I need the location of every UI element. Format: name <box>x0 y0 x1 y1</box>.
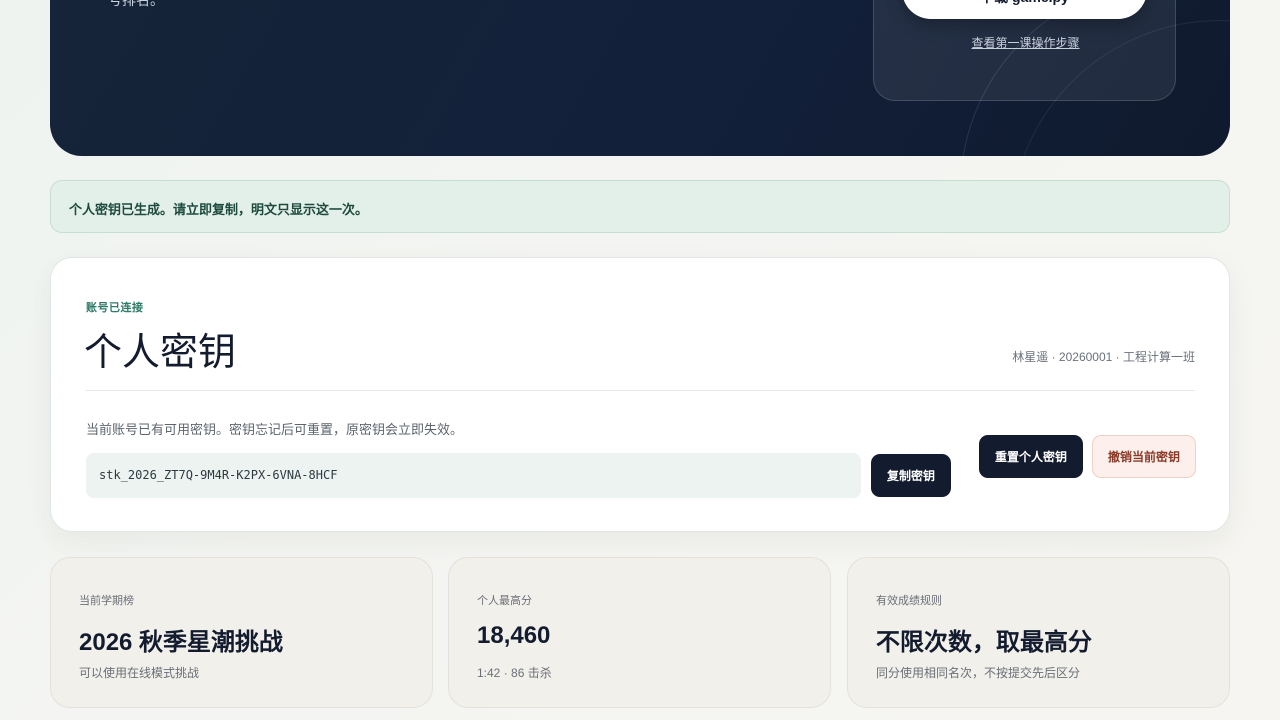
hero-panel: 号排名。 下载 game.py 查看第一课操作步骤 <box>50 0 1230 156</box>
key-description: 当前账号已有可用密钥。密钥忘记后可重置，原密钥会立即失效。 <box>86 422 464 437</box>
download-game-button[interactable]: 下载 game.py <box>902 0 1147 19</box>
stat-label: 有效成绩规则 <box>876 595 942 607</box>
hero-description: 号排名。 <box>108 0 164 8</box>
stat-value: 2026 秋季星潮挑战 <box>79 629 284 656</box>
divider <box>86 390 1195 391</box>
stat-subtext: 可以使用在线模式挑战 <box>79 666 200 680</box>
stat-subtext: 1:42 · 86 击杀 <box>477 666 552 680</box>
key-generated-notice: 个人密钥已生成。请立即复制，明文只显示这一次。 <box>50 180 1230 233</box>
stat-card-rules: 有效成绩规则 不限次数，取最高分 同分使用相同名次，不按提交先后区分 <box>847 557 1230 708</box>
personal-key-card: 账号已连接 个人密钥 林星遥 · 20260001 · 工程计算一班 当前账号已… <box>50 257 1230 532</box>
stat-value: 不限次数，取最高分 <box>876 629 1092 656</box>
download-card: 下载 game.py 查看第一课操作步骤 <box>873 0 1176 101</box>
stat-card-semester: 当前学期榜 2026 秋季星潮挑战 可以使用在线模式挑战 <box>50 557 433 708</box>
reset-key-button[interactable]: 重置个人密钥 <box>979 435 1083 478</box>
user-info: 林星遥 · 20260001 · 工程计算一班 <box>1012 350 1195 364</box>
stat-label: 个人最高分 <box>477 595 532 607</box>
revoke-key-button[interactable]: 撤销当前密钥 <box>1092 435 1196 478</box>
stat-label: 当前学期榜 <box>79 595 134 607</box>
key-value-field[interactable]: stk_2026_ZT7Q-9M4R-K2PX-6VNA-8HCF <box>86 453 861 498</box>
stat-value: 18,460 <box>477 622 551 649</box>
lesson-steps-link[interactable]: 查看第一课操作步骤 <box>874 34 1177 51</box>
stat-subtext: 同分使用相同名次，不按提交先后区分 <box>876 666 1081 680</box>
connection-status-label: 账号已连接 <box>86 302 144 314</box>
stat-card-high-score: 个人最高分 18,460 1:42 · 86 击杀 <box>448 557 831 708</box>
copy-key-button[interactable]: 复制密钥 <box>871 454 951 497</box>
page-title: 个人密钥 <box>84 332 237 374</box>
